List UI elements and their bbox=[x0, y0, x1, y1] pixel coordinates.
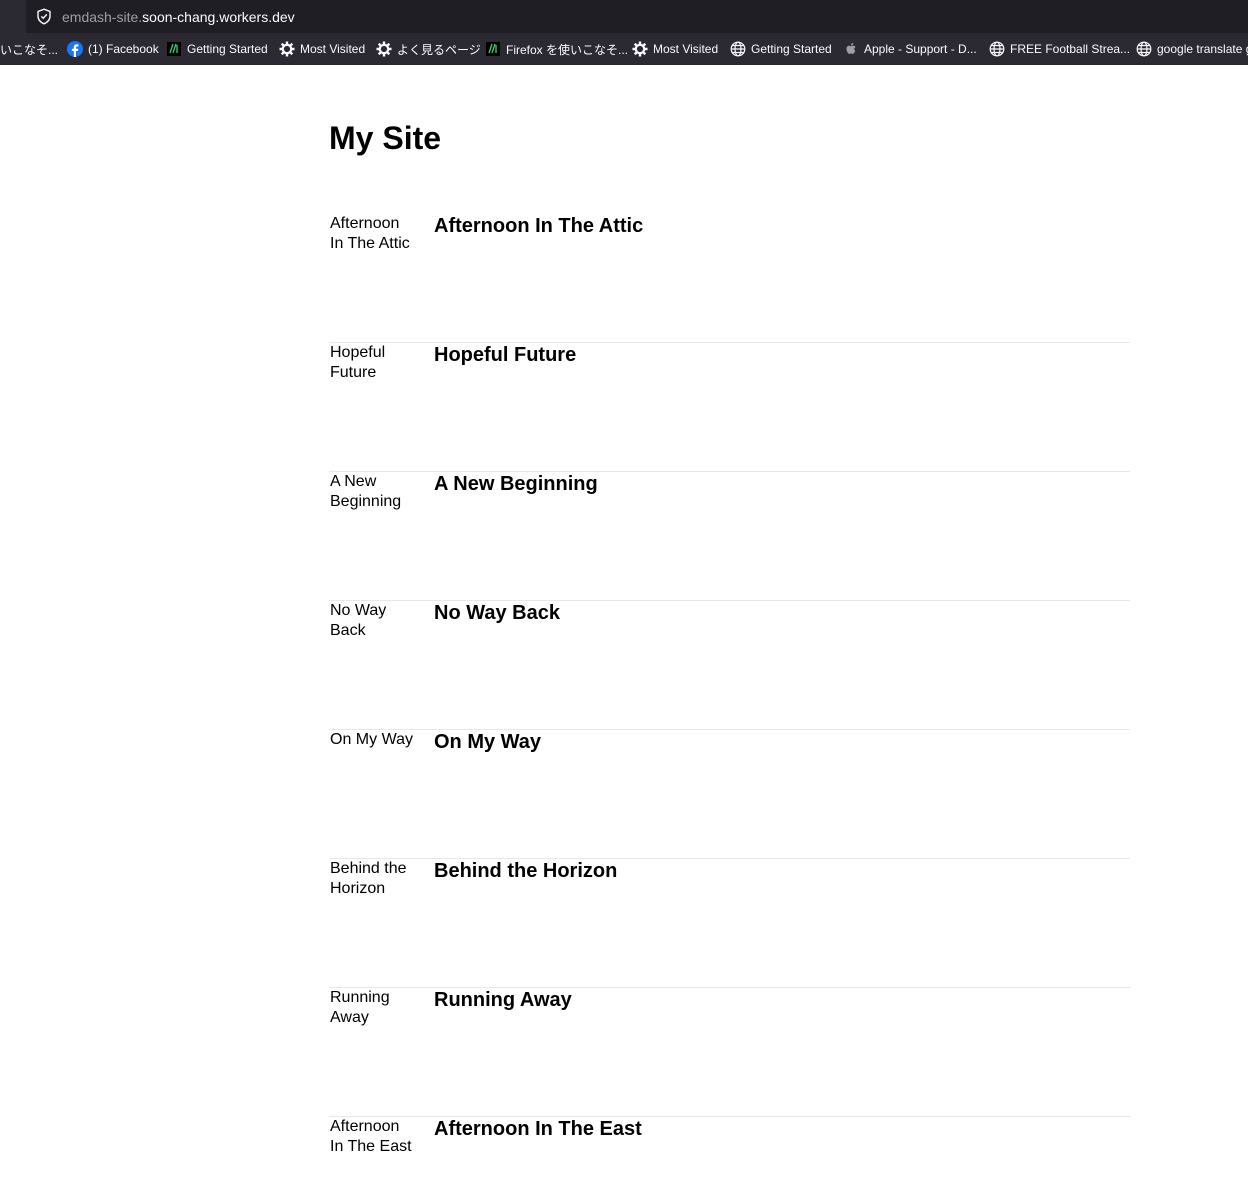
shield-icon[interactable] bbox=[36, 8, 52, 25]
post-title-link[interactable]: Hopeful Future bbox=[434, 343, 576, 367]
bookmark-label: Apple - Support - D... bbox=[864, 42, 977, 56]
bookmark-item[interactable]: よく見るページ bbox=[376, 33, 481, 65]
post-excerpt: Running Away bbox=[330, 989, 390, 1026]
url-domain: soon-chang.workers.dev bbox=[142, 9, 295, 25]
bookmark-label: (1) Facebook bbox=[88, 42, 159, 56]
post-item[interactable]: A New Beginning A New Beginning bbox=[329, 472, 1130, 601]
post-excerpt: Afternoon In The Attic bbox=[330, 215, 410, 252]
bookmark-item[interactable]: Apple - Support - D... bbox=[843, 33, 977, 65]
url-subdomain: emdash-site. bbox=[62, 9, 143, 25]
bookmark-item[interactable]: (1) Facebook bbox=[67, 33, 159, 65]
bookmark-label: Getting Started bbox=[187, 42, 268, 56]
bookmark-item[interactable]: Most Visited bbox=[632, 33, 718, 65]
globe-icon bbox=[989, 41, 1005, 57]
post-excerpt: No Way Back bbox=[330, 602, 387, 639]
post-item[interactable]: Afternoon In The Attic Afternoon In The … bbox=[329, 214, 1130, 343]
browser-url-bar[interactable]: emdash-site.soon-chang.workers.dev bbox=[0, 0, 1248, 33]
mdn-icon bbox=[486, 42, 500, 56]
post-title-link[interactable]: Running Away bbox=[434, 988, 572, 1012]
tab-edge bbox=[0, 0, 26, 33]
post-title-link[interactable]: Afternoon In The Attic bbox=[434, 214, 643, 238]
post-item[interactable]: Hopeful Future Hopeful Future bbox=[329, 343, 1130, 472]
bookmark-item[interactable]: google translate g bbox=[1136, 33, 1248, 65]
post-title-link[interactable]: A New Beginning bbox=[434, 472, 598, 496]
post-item[interactable]: Behind the Horizon Behind the Horizon bbox=[329, 859, 1130, 988]
bookmark-label: Most Visited bbox=[653, 42, 719, 56]
post-excerpt: Hopeful Future bbox=[330, 344, 386, 381]
bookmark-label: Most Visited bbox=[300, 42, 366, 56]
gear-icon bbox=[376, 41, 392, 57]
post-item[interactable]: Afternoon In The East Afternoon In The E… bbox=[329, 1117, 1130, 1193]
apple-icon bbox=[846, 42, 856, 54]
globe-icon bbox=[1136, 41, 1152, 57]
post-item[interactable]: No Way Back No Way Back bbox=[329, 601, 1130, 730]
post-title-link[interactable]: On My Way bbox=[434, 730, 541, 754]
bookmark-label: よく見るページ bbox=[397, 42, 481, 57]
gear-icon bbox=[632, 41, 648, 57]
mdn-icon bbox=[167, 42, 181, 56]
bookmarks-toolbar: いこなそ... (1) Facebook Getting Started Mos… bbox=[0, 33, 1248, 65]
site-title[interactable]: My Site bbox=[329, 118, 441, 158]
bookmark-label: Getting Started bbox=[751, 42, 832, 56]
post-item[interactable]: On My Way On My Way bbox=[329, 730, 1130, 859]
post-excerpt: Afternoon In The East bbox=[330, 1118, 412, 1155]
post-title-link[interactable]: No Way Back bbox=[434, 601, 560, 625]
post-excerpt: A New Beginning bbox=[330, 473, 402, 510]
post-item[interactable]: Running Away Running Away bbox=[329, 988, 1130, 1117]
bookmark-item[interactable]: Most Visited bbox=[279, 33, 365, 65]
facebook-icon bbox=[67, 41, 83, 57]
bookmark-label: Firefox を使いこなそ... bbox=[506, 42, 629, 57]
address-field[interactable]: emdash-site.soon-chang.workers.dev bbox=[62, 9, 295, 25]
post-title-link[interactable]: Behind the Horizon bbox=[434, 859, 617, 883]
globe-icon bbox=[730, 41, 746, 57]
bookmark-item[interactable]: FREE Football Strea... bbox=[989, 33, 1130, 65]
bookmark-label: google translate g bbox=[1157, 42, 1248, 56]
bookmark-item[interactable]: Getting Started bbox=[166, 33, 268, 65]
gear-icon bbox=[279, 41, 295, 57]
bookmark-label: いこなそ... bbox=[0, 42, 59, 57]
post-title-link[interactable]: Afternoon In The East bbox=[434, 1117, 642, 1141]
post-excerpt: On My Way bbox=[330, 731, 413, 748]
page-content: My Site Afternoon In The Attic Afternoon… bbox=[0, 65, 1248, 1193]
bookmark-item[interactable]: Getting Started bbox=[730, 33, 832, 65]
post-excerpt: Behind the Horizon bbox=[330, 860, 407, 897]
bookmark-item[interactable]: Firefox を使いこなそ... bbox=[485, 33, 628, 65]
bookmark-item[interactable]: いこなそ... bbox=[0, 33, 58, 65]
bookmark-label: FREE Football Strea... bbox=[1010, 42, 1131, 56]
